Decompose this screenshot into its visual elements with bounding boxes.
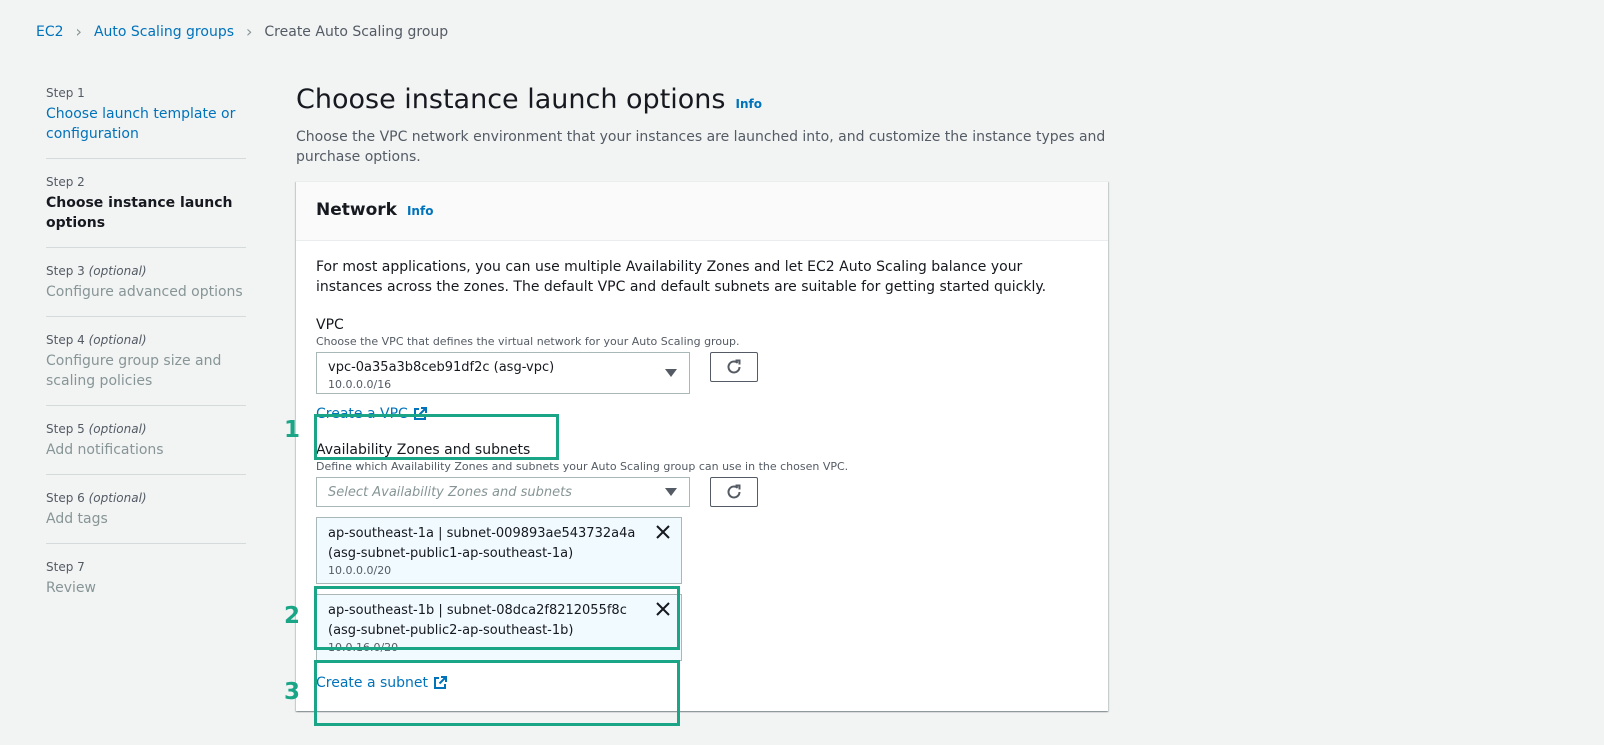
step-number: Step 3 (optional) — [46, 264, 147, 278]
step-number: Step 2 — [46, 175, 85, 189]
step-number: Step 5 (optional) — [46, 422, 147, 436]
wizard-steps: Step 1 Choose launch template or configu… — [46, 86, 246, 628]
annotation-highlight-1 — [314, 414, 559, 460]
annotation-highlight-2 — [314, 586, 680, 650]
subnet-token: ap-southeast-1a | subnet-009893ae543732a… — [316, 517, 682, 584]
step-7-title: Review — [46, 580, 96, 596]
step-6-title: Add tags — [46, 511, 108, 527]
chevron-right-icon: › — [75, 22, 82, 41]
vpc-row: vpc-0a35a3b8ceb91df2c (asg-vpc) 10.0.0.0… — [316, 352, 1088, 394]
step-2: Step 2 Choose instance launch options — [46, 175, 246, 248]
step-number: Step 1 — [46, 86, 85, 100]
vpc-label: VPC — [316, 317, 344, 333]
vpc-description: Choose the VPC that defines the virtual … — [316, 335, 740, 348]
breadcrumb-current: Create Auto Scaling group — [264, 24, 449, 40]
step-5-title: Add notifications — [46, 442, 164, 458]
step-number: Step 4 (optional) — [46, 333, 147, 347]
caret-down-icon — [665, 369, 677, 377]
chevron-right-icon: › — [246, 22, 253, 41]
vpc-select[interactable]: vpc-0a35a3b8ceb91df2c (asg-vpc) 10.0.0.0… — [316, 352, 690, 394]
az-row: Select Availability Zones and subnets — [316, 477, 1088, 507]
step-number: Step 6 (optional) — [46, 491, 147, 505]
annotation-highlight-3 — [314, 660, 680, 726]
page-info-link[interactable]: Info — [735, 97, 761, 111]
vpc-value: vpc-0a35a3b8ceb91df2c (asg-vpc) — [328, 360, 555, 375]
vpc-refresh-button[interactable] — [710, 352, 758, 382]
subnet-token-line2: (asg-subnet-public1-ap-southeast-1a) — [328, 546, 574, 561]
annotation-marker-3: 3 — [284, 679, 301, 705]
az-placeholder: Select Availability Zones and subnets — [328, 485, 572, 500]
subnet-token-cidr: 10.0.0.0/20 — [328, 564, 392, 577]
step-2-title: Choose instance launch options — [46, 195, 233, 231]
step-3: Step 3 (optional) Configure advanced opt… — [46, 264, 246, 317]
network-panel: Network Info For most applications, you … — [284, 181, 1108, 726]
page-title: Choose instance launch options Info — [296, 84, 762, 115]
network-info-link[interactable]: Info — [407, 204, 433, 218]
step-4-title: Configure group size and scaling policie… — [46, 353, 222, 389]
vpc-cidr: 10.0.0.0/16 — [328, 378, 392, 391]
caret-down-icon — [665, 488, 677, 496]
az-description: Define which Availability Zones and subn… — [316, 460, 849, 473]
main-content: Choose instance launch options Info Choo… — [284, 84, 1108, 726]
step-4: Step 4 (optional) Configure group size a… — [46, 333, 246, 406]
network-panel-body: For most applications, you can use multi… — [284, 241, 1108, 726]
refresh-icon — [727, 359, 741, 374]
step-number: Step 7 — [46, 560, 85, 574]
step-1: Step 1 Choose launch template or configu… — [46, 86, 246, 159]
refresh-icon — [727, 484, 741, 499]
network-description: For most applications, you can use multi… — [316, 259, 1047, 295]
network-panel-header: Network Info — [296, 182, 1108, 241]
page-description: Choose the VPC network environment that … — [296, 129, 1106, 165]
az-select[interactable]: Select Availability Zones and subnets — [316, 477, 690, 507]
step-6: Step 6 (optional) Add tags — [46, 491, 246, 544]
az-refresh-button[interactable] — [710, 477, 758, 507]
close-icon[interactable] — [655, 524, 671, 540]
breadcrumb: EC2 › Auto Scaling groups › Create Auto … — [36, 22, 449, 41]
breadcrumb-auto-scaling-groups[interactable]: Auto Scaling groups — [94, 24, 234, 40]
step-7: Step 7 Review — [46, 560, 246, 612]
step-3-title: Configure advanced options — [46, 284, 243, 300]
step-5: Step 5 (optional) Add notifications — [46, 422, 246, 475]
subnet-token-line1: ap-southeast-1a | subnet-009893ae543732a… — [328, 526, 636, 541]
step-1-link[interactable]: Choose launch template or configuration — [46, 104, 246, 144]
breadcrumb-ec2[interactable]: EC2 — [36, 24, 64, 40]
network-title: Network — [316, 200, 397, 220]
annotation-marker-2: 2 — [284, 603, 301, 629]
annotation-marker-1: 1 — [284, 417, 301, 443]
